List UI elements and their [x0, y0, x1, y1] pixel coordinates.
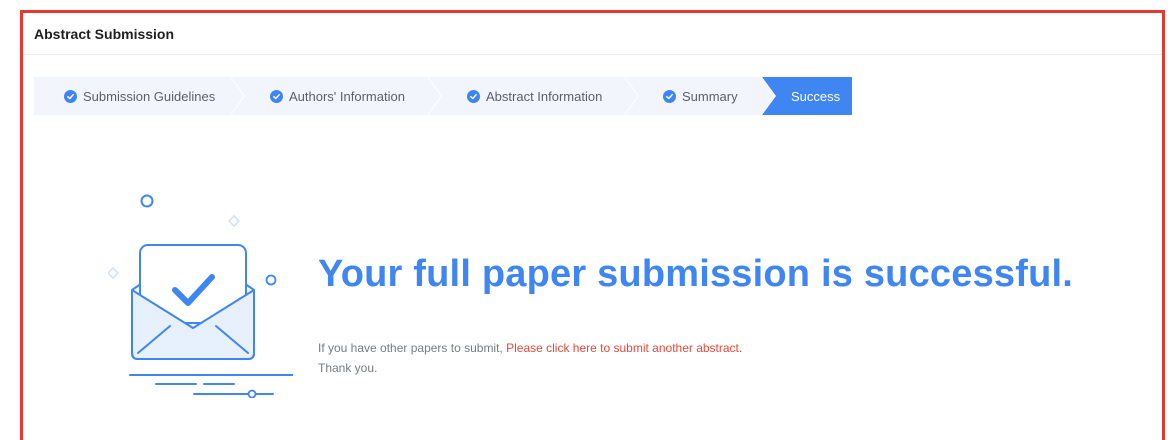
progress-steps: Submission Guidelines Authors' Informati…: [34, 77, 852, 115]
step-success[interactable]: Success: [762, 77, 852, 115]
success-envelope-illustration: [106, 188, 295, 399]
message-line: If you have other papers to submit, Plea…: [318, 338, 742, 358]
success-message: If you have other papers to submit, Plea…: [318, 338, 742, 378]
step-label: Summary: [682, 88, 738, 104]
step-label: Submission Guidelines: [83, 88, 216, 104]
panel-title: Abstract Submission: [34, 25, 175, 42]
check-circle-icon: [467, 90, 480, 103]
success-heading: Your full paper submission is successful…: [318, 253, 1074, 295]
step-label: Abstract Information: [486, 88, 603, 104]
envelope-check-icon: [106, 194, 295, 399]
thanks-text: Thank you.: [318, 361, 378, 375]
check-circle-icon: [270, 90, 283, 103]
panel-header: Abstract Submission: [23, 13, 1162, 55]
step-summary[interactable]: Summary: [625, 77, 775, 115]
step-authors-information[interactable]: Authors' Information: [231, 77, 441, 115]
step-submission-guidelines[interactable]: Submission Guidelines: [34, 77, 244, 115]
check-circle-icon: [64, 90, 77, 103]
submit-another-abstract-link[interactable]: Please click here to submit another abst…: [506, 341, 742, 355]
step-abstract-information[interactable]: Abstract Information: [428, 77, 638, 115]
check-circle-icon: [663, 90, 676, 103]
submission-panel: Abstract Submission Submission Guideline…: [20, 10, 1165, 440]
step-label: Success: [791, 88, 841, 104]
step-label: Authors' Information: [289, 88, 405, 104]
message-prefix: If you have other papers to submit,: [318, 341, 507, 355]
